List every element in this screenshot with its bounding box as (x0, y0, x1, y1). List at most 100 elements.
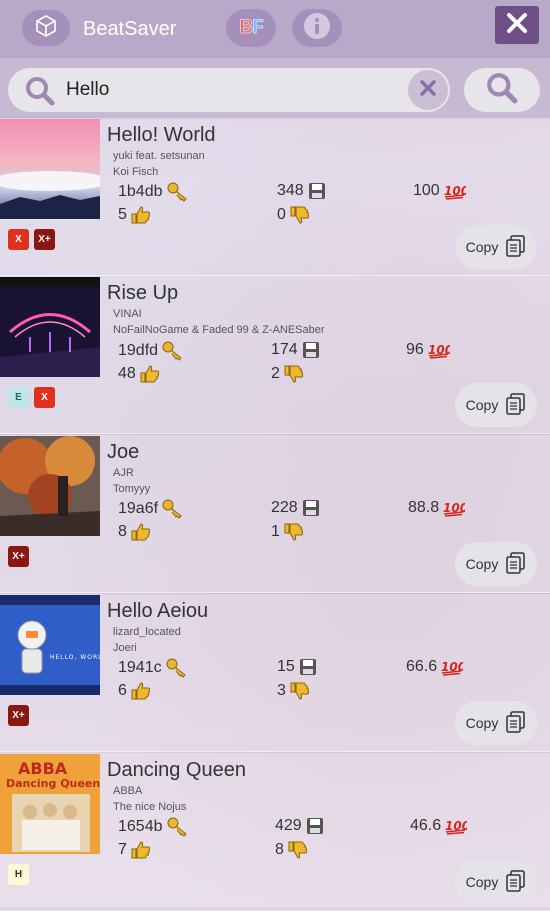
song-artist: VINAI (113, 308, 142, 320)
search-input[interactable]: Hello (8, 68, 450, 112)
map-card[interactable]: Hello! World yuki feat. setsunan Koi Fis… (0, 118, 550, 276)
top-bar: BeatSaver BF (0, 0, 550, 58)
key-icon (162, 499, 184, 519)
hundred-icon: 100 (444, 182, 466, 200)
thumbs-up-icon (131, 841, 151, 859)
difficulty-expert-plus: X+ (8, 705, 29, 726)
song-artist: ABBA (113, 785, 143, 797)
copy-button[interactable]: Copy (455, 542, 537, 586)
map-key: 1941c (118, 658, 188, 678)
mapper-name: Koi Fisch (113, 166, 159, 178)
thumbs-up-icon (131, 206, 151, 224)
copy-button[interactable]: Copy (455, 225, 537, 269)
map-card[interactable]: Rise Up VINAI NoFailNoGame & Faded 99 & … (0, 276, 550, 434)
song-artist: AJR (113, 467, 134, 479)
difficulty-expert-plus: X+ (34, 229, 55, 250)
downloads: 15 (277, 658, 317, 676)
difficulty-list: X+ (8, 705, 29, 726)
thumbs-up-icon (131, 523, 151, 541)
song-name: Hello! World (107, 124, 216, 146)
clear-icon (419, 79, 437, 102)
rating: 100100 (413, 182, 466, 200)
song-artist: yuki feat. setsunan (113, 150, 205, 162)
clipboard-icon (506, 234, 526, 260)
clear-search-button[interactable] (408, 70, 448, 110)
bf-letter-b: B (239, 17, 253, 39)
abba-cover-title: Dancing Queen (6, 777, 100, 790)
copy-button[interactable]: Copy (455, 860, 537, 904)
upvotes: 48 (118, 365, 160, 383)
difficulty-hard: H (8, 864, 29, 885)
mapper-name: Tomyyy (113, 483, 151, 495)
hundred-icon: 100 (445, 817, 467, 835)
floppy-icon (308, 182, 326, 200)
thumbs-down-icon (284, 365, 304, 383)
cover-art: HELLO, WORLD (0, 595, 100, 695)
bf-button[interactable]: BF (226, 9, 276, 47)
difficulty-list: E X (8, 387, 55, 408)
abba-cover-band: ABBA (18, 759, 68, 778)
close-icon (505, 11, 529, 40)
clipboard-icon (506, 392, 526, 418)
map-key: 1b4db (118, 182, 189, 202)
info-button[interactable] (292, 9, 342, 47)
floppy-icon (299, 658, 317, 676)
difficulty-expert: X (34, 387, 55, 408)
song-name: Rise Up (107, 282, 179, 304)
upvotes: 8 (118, 523, 151, 541)
copy-button[interactable]: Copy (455, 383, 537, 427)
song-name: Dancing Queen (107, 759, 246, 781)
downvotes: 0 (277, 206, 310, 224)
info-icon (302, 11, 332, 46)
difficulty-expert-plus: X+ (8, 546, 29, 567)
search-button[interactable] (464, 68, 540, 112)
downloads: 174 (271, 341, 320, 359)
cube-button[interactable] (22, 10, 70, 46)
thumbs-up-icon (140, 365, 160, 383)
downvotes: 3 (277, 682, 310, 700)
rating: 66.6100 (406, 658, 463, 676)
search-row: Hello (0, 58, 550, 120)
search-icon (485, 71, 519, 110)
downloads: 228 (271, 499, 320, 517)
thumbs-down-icon (288, 841, 308, 859)
thumbs-down-icon (284, 523, 304, 541)
song-name: Hello Aeiou (107, 600, 209, 622)
downloads: 348 (277, 182, 326, 200)
mapper-name: NoFailNoGame & Faded 99 & Z-ANESaber (113, 324, 325, 336)
downvotes: 8 (275, 841, 308, 859)
thumbs-down-icon (290, 206, 310, 224)
map-card[interactable]: HELLO, WORLD Hello Aeiou lizard_located … (0, 594, 550, 752)
close-button[interactable] (495, 6, 539, 44)
copy-label: Copy (465, 239, 499, 255)
clipboard-icon (506, 710, 526, 736)
key-icon (166, 658, 188, 678)
mapper-name: The nice Nojus (113, 801, 187, 813)
thumbs-down-icon (290, 682, 310, 700)
difficulty-list: H (8, 864, 29, 885)
cube-icon (33, 13, 59, 44)
copy-button[interactable]: Copy (455, 701, 537, 745)
key-icon (167, 817, 189, 837)
map-card[interactable]: ABBA Dancing Queen Dancing Queen ABBA Th… (0, 753, 550, 911)
cover-art: ABBA Dancing Queen (0, 754, 100, 854)
difficulty-list: X+ (8, 546, 29, 567)
thumbs-up-icon (131, 682, 151, 700)
hundred-icon: 100 (443, 499, 465, 517)
cover-art (0, 119, 100, 219)
copy-label: Copy (465, 715, 499, 731)
key-icon (167, 182, 189, 202)
clipboard-icon (506, 551, 526, 577)
song-artist: lizard_located (113, 626, 181, 638)
hundred-icon: 100 (428, 341, 450, 359)
cover-art (0, 277, 100, 377)
downvotes: 2 (271, 365, 304, 383)
rating: 88.8100 (408, 499, 465, 517)
map-card[interactable]: Joe AJR Tomyyy 19a6f 228 88.8100 8 1 X+ … (0, 435, 550, 593)
rating: 96100 (406, 341, 450, 359)
map-key: 19dfd (118, 341, 184, 361)
svg-text:HELLO, WORLD: HELLO, WORLD (50, 654, 100, 661)
upvotes: 7 (118, 841, 151, 859)
copy-label: Copy (465, 874, 499, 890)
difficulty-easy: E (8, 387, 29, 408)
